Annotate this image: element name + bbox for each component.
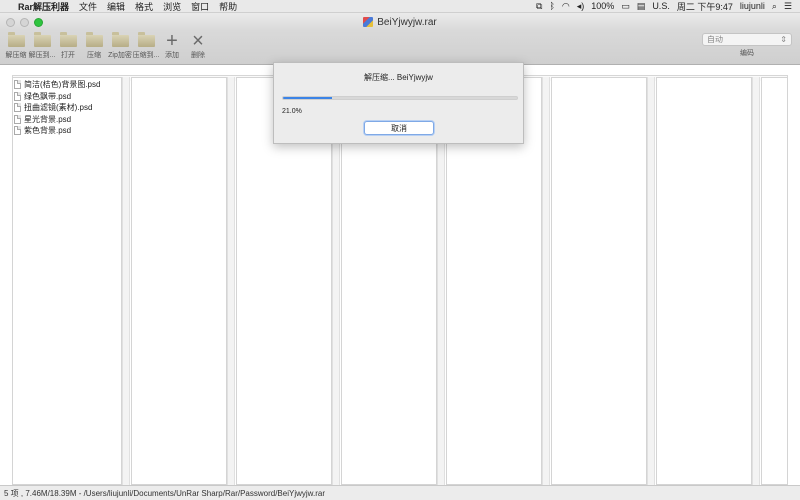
column-scrollbar[interactable] [122,77,130,485]
compress-to-button[interactable]: 压缩到... [132,31,160,60]
menubar: Rar解压利器 文件 编辑 格式 浏览 窗口 帮助 ⧉ ᛒ ◠ ◂) 100% … [0,0,800,13]
progress-percent: 21.0% [282,108,302,115]
compress-button[interactable]: 压缩 [82,31,106,60]
status-text: 5 项 , 7.46M/18.39M - /Users/liujunli/Doc… [4,488,326,498]
encoding-value: 自动 [707,35,723,44]
clock[interactable]: 周二 下午9:47 [677,0,733,13]
battery-icon: ▭ [621,0,630,11]
zip-encrypt-label: Zip加密 [108,52,132,59]
file-name: 紫色背景.psd [24,126,72,136]
document-icon [14,114,21,124]
cancel-button[interactable]: 取消 [364,121,434,135]
menu-view[interactable]: 浏览 [163,0,181,13]
wifi-icon[interactable]: ◠ [562,1,570,12]
document-icon [14,91,21,101]
menu-file[interactable]: 文件 [79,0,97,13]
file-name: 星光背景.psd [24,114,72,124]
window-title: BeiYjwyjw.rar [377,16,437,28]
document-icon [14,103,21,113]
column-scrollbar[interactable] [542,77,550,485]
file-column[interactable] [12,77,122,485]
screen-mirror-icon[interactable]: ⧉ [536,1,542,12]
delete-button[interactable]: × 删除 [186,31,210,60]
stepper-icon: ⇕ [780,35,787,44]
progress-fill [283,97,333,99]
zip-encrypt-button[interactable]: Zip加密 [108,31,132,60]
browser-column[interactable] [656,77,752,485]
extract-progress-dialog: 解压缩... BeiYjwyjw 21.0% 取消 [273,62,524,144]
file-name: 扭曲滤镜(素材).psd [24,103,93,113]
extract-label: 解压缩 [5,52,27,59]
extract-to-label: 解压到... [28,52,56,59]
notification-center-icon[interactable]: ☰ [784,1,792,12]
column-scrollbar[interactable] [647,77,655,485]
list-item[interactable]: 简洁(桔色)背景图.psd [14,79,100,91]
document-icon [14,126,21,136]
browser-column[interactable] [131,77,227,485]
file-name: 绿色飘带.psd [24,91,72,101]
open-button[interactable]: 打开 [56,31,80,60]
folder-extract-to-icon [33,32,51,47]
battery-percent[interactable]: 100% [591,1,614,11]
bluetooth-icon[interactable]: ᛒ [549,1,554,11]
menu-edit[interactable]: 编辑 [107,0,125,13]
user-name[interactable]: liujunli [740,1,765,11]
delete-label: 删除 [191,52,205,59]
file-list: 简洁(桔色)背景图.psd 绿色飘带.psd 扭曲滤镜(素材).psd 星光背景… [14,79,100,137]
folder-zip-encrypt-icon [111,32,129,47]
status-bar: 5 项 , 7.46M/18.39M - /Users/liujunli/Doc… [0,485,800,500]
compress-label: 压缩 [87,52,101,59]
column-scrollbar[interactable] [227,77,235,485]
volume-icon[interactable]: ◂) [577,1,585,12]
search-icon[interactable]: ⌕ [772,1,777,12]
encoding-select[interactable]: 自动 ⇕ [702,33,792,46]
file-name: 简洁(桔色)背景图.psd [24,80,101,90]
list-item[interactable]: 扭曲滤镜(素材).psd [14,102,100,114]
folder-compress-icon [85,32,103,47]
dialog-title: 解压缩... BeiYjwyjw [364,73,433,82]
add-label: 添加 [165,52,179,59]
browser-column[interactable] [761,77,788,485]
menu-help[interactable]: 帮助 [219,0,237,13]
list-item[interactable]: 紫色背景.psd [14,125,100,137]
open-label: 打开 [61,52,75,59]
list-item[interactable]: 星光背景.psd [14,114,100,126]
plus-icon: + [166,30,178,52]
rar-file-icon [363,17,374,27]
folder-compress-to-icon [137,32,155,47]
x-icon: × [192,30,204,52]
extract-button[interactable]: 解压缩 [4,31,28,60]
add-button[interactable]: + 添加 [160,31,184,60]
extract-to-button[interactable]: 解压到... [28,31,56,60]
titlebar: BeiYjwyjw.rar [0,13,800,31]
column-scrollbar[interactable] [752,77,760,485]
flag-us-icon: ▤ [636,0,646,11]
encoding-label: 编码 [740,50,754,57]
folder-open-icon [59,32,77,47]
input-source[interactable]: U.S. [652,1,670,11]
folder-extract-icon [7,32,25,47]
menu-format[interactable]: 格式 [135,0,153,13]
encoding-control: 自动 ⇕ 编码 [702,33,792,58]
compress-to-label: 压缩到... [132,52,160,59]
list-item[interactable]: 绿色飘带.psd [14,91,100,103]
menu-window[interactable]: 窗口 [191,0,209,13]
browser-column[interactable] [551,77,647,485]
document-icon [14,80,21,90]
toolbar: 解压缩 解压到... 打开 压缩 Zip加密 压缩到... + 添加 × 删除 [0,31,800,65]
progress-bar [282,96,518,100]
app-menu[interactable]: Rar解压利器 [18,0,69,13]
